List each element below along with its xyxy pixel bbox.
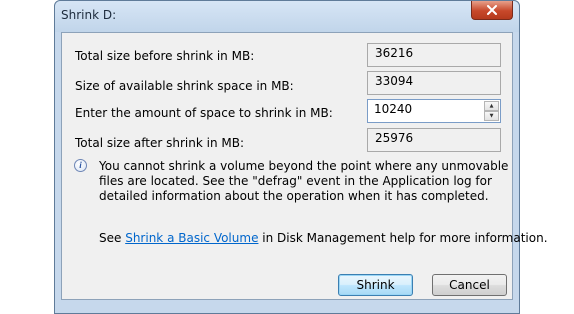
shrink-amount-stepper[interactable]: 10240 ▲ ▼ — [367, 99, 501, 123]
chevron-up-icon: ▲ — [489, 102, 494, 109]
increment-button[interactable]: ▲ — [484, 101, 499, 111]
help-line: See Shrink a Basic Volume in Disk Manage… — [99, 231, 548, 245]
title-bar[interactable]: Shrink D: — [55, 1, 519, 32]
cancel-button[interactable]: Cancel — [432, 274, 507, 296]
help-suffix: in Disk Management help for more informa… — [258, 231, 548, 245]
available-shrink-space-value: 33094 — [367, 71, 501, 95]
total-size-after-label: Total size after shrink in MB: — [75, 136, 245, 150]
total-size-before-value: 36216 — [367, 43, 501, 67]
help-link[interactable]: Shrink a Basic Volume — [125, 231, 258, 245]
shrink-button[interactable]: Shrink — [338, 274, 413, 296]
available-shrink-space-label: Size of available shrink space in MB: — [75, 79, 294, 93]
total-size-after-value: 25976 — [367, 128, 501, 152]
chevron-down-icon: ▼ — [489, 112, 494, 119]
stepper-buttons: ▲ ▼ — [484, 101, 499, 121]
help-prefix: See — [99, 231, 126, 245]
close-button[interactable] — [471, 1, 513, 20]
dialog-content: Total size before shrink in MB: 36216 Si… — [61, 32, 548, 300]
total-size-before-label: Total size before shrink in MB: — [75, 49, 255, 63]
close-icon — [487, 5, 497, 15]
info-message: You cannot shrink a volume beyond the po… — [99, 159, 509, 203]
shrink-dialog: Shrink D: Total size before shrink in MB… — [54, 0, 548, 314]
shrink-amount-label: Enter the amount of space to shrink in M… — [75, 106, 333, 120]
info-icon: i — [74, 159, 87, 172]
window-title: Shrink D: — [61, 8, 117, 22]
shrink-amount-input[interactable]: 10240 — [374, 102, 412, 116]
decrement-button[interactable]: ▼ — [484, 111, 499, 121]
